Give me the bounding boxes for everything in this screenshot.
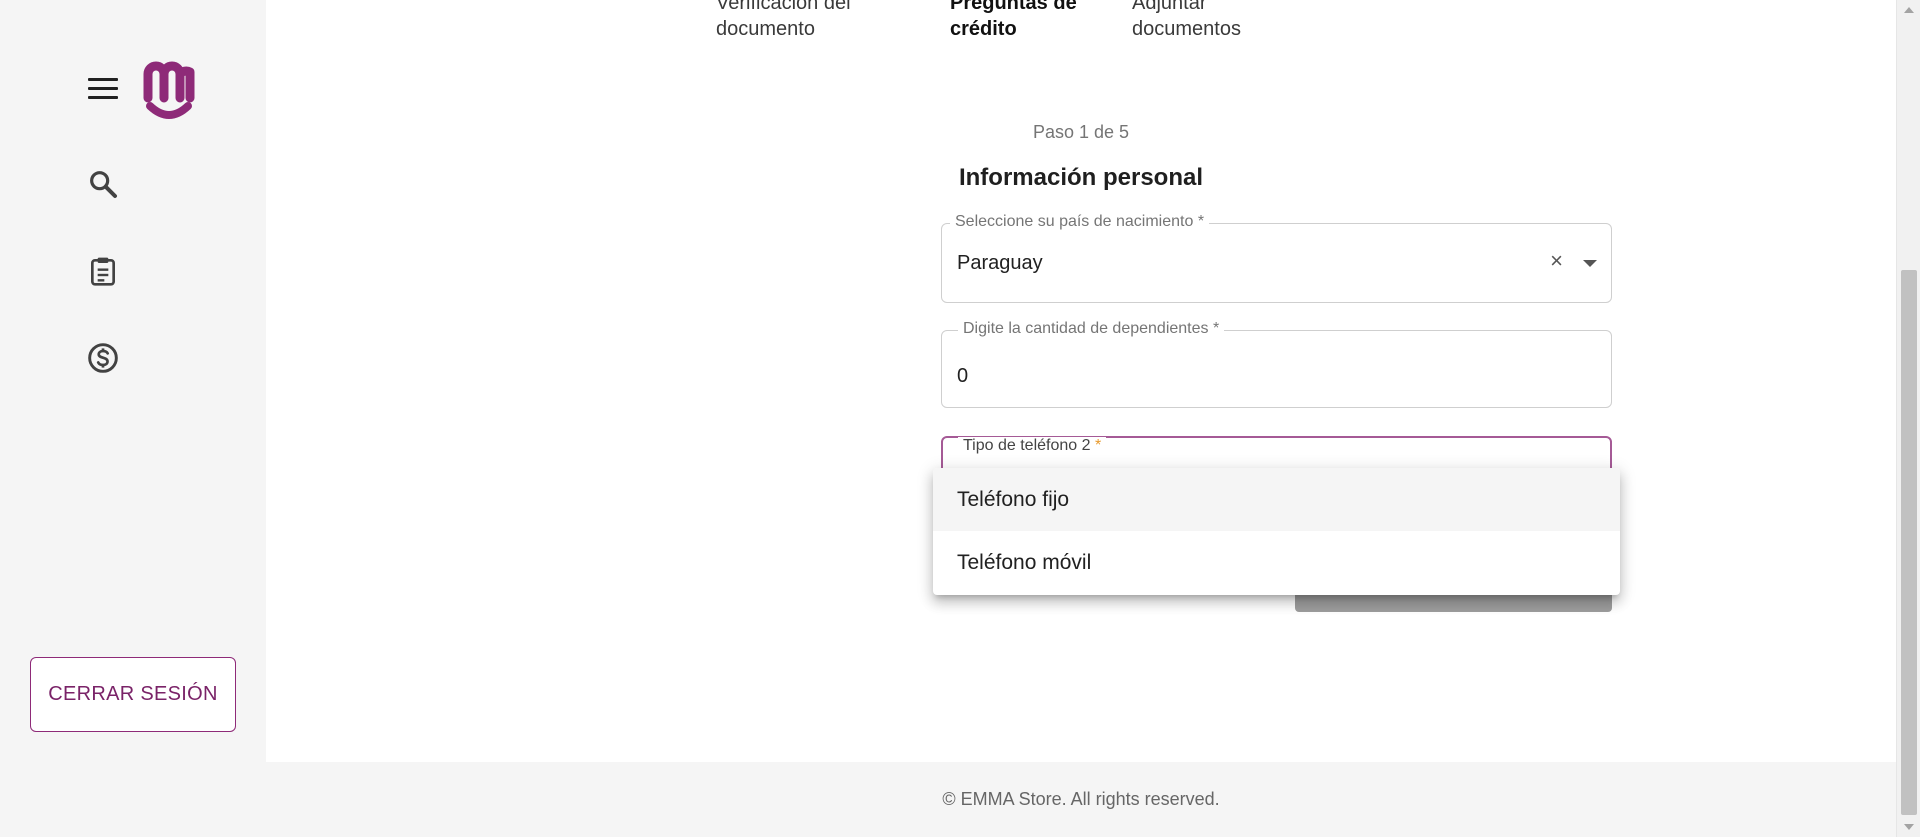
country-select-label: Seleccione su país de nacimiento * bbox=[950, 213, 1210, 231]
form-title: Información personal bbox=[958, 164, 1204, 191]
stepper-step-2-line-1: Preguntas de bbox=[950, 0, 1077, 14]
clipboard-icon[interactable] bbox=[87, 255, 119, 287]
phone-type-select-label: Tipo de teléfono 2 * bbox=[958, 437, 1107, 455]
footer-copyright: © EMMA Store. All rights reserved. bbox=[942, 789, 1220, 809]
step-counter: Paso 1 de 5 bbox=[1032, 122, 1130, 142]
footer: © EMMA Store. All rights reserved. bbox=[266, 762, 1896, 837]
menu-icon[interactable] bbox=[88, 78, 118, 100]
phone-type-dropdown: Teléfono fijo Teléfono móvil bbox=[933, 468, 1620, 595]
scrollbar[interactable] bbox=[1896, 0, 1920, 837]
stepper-step-3-line-2: documentos bbox=[1132, 18, 1241, 40]
dependents-input[interactable]: Digite la cantidad de dependientes * 0 bbox=[941, 320, 1612, 408]
scroll-down-arrow-icon[interactable] bbox=[1904, 824, 1914, 830]
country-select[interactable]: Seleccione su país de nacimiento * Parag… bbox=[941, 213, 1612, 303]
stepper-step-document-verification: Verificación del documento bbox=[716, 0, 851, 42]
scroll-up-arrow-icon[interactable] bbox=[1904, 7, 1914, 13]
stepper-step-1-line-2: documento bbox=[716, 18, 815, 40]
logout-button[interactable]: CERRAR SESIÓN bbox=[30, 657, 236, 732]
scrollbar-thumb[interactable] bbox=[1901, 270, 1917, 815]
chevron-down-icon[interactable] bbox=[1583, 260, 1597, 267]
stepper-step-3-line-1: Adjuntar bbox=[1132, 0, 1207, 14]
required-star: * bbox=[1094, 437, 1102, 454]
clear-icon[interactable]: × bbox=[1550, 250, 1563, 272]
sidebar: CERRAR SESIÓN bbox=[0, 0, 266, 837]
dropdown-option-landline[interactable]: Teléfono fijo bbox=[933, 468, 1620, 531]
main-content: Verificación del documento Preguntas de … bbox=[266, 0, 1896, 837]
phone-type-label-text: Tipo de teléfono 2 bbox=[963, 437, 1091, 454]
stepper-step-credit-questions: Preguntas de crédito bbox=[950, 0, 1077, 42]
dropdown-option-mobile[interactable]: Teléfono móvil bbox=[933, 531, 1620, 594]
stepper-step-1-line-1: Verificación del bbox=[716, 0, 851, 14]
stepper-step-2-line-2: crédito bbox=[950, 18, 1017, 40]
stepper-step-attach-documents: Adjuntar documentos bbox=[1132, 0, 1241, 42]
logo-icon bbox=[143, 61, 195, 119]
dollar-icon[interactable] bbox=[87, 342, 119, 374]
country-select-value: Paraguay bbox=[957, 252, 1043, 274]
dependents-input-value[interactable]: 0 bbox=[957, 365, 968, 388]
search-icon[interactable] bbox=[87, 168, 119, 200]
dependents-input-label: Digite la cantidad de dependientes * bbox=[958, 320, 1225, 338]
